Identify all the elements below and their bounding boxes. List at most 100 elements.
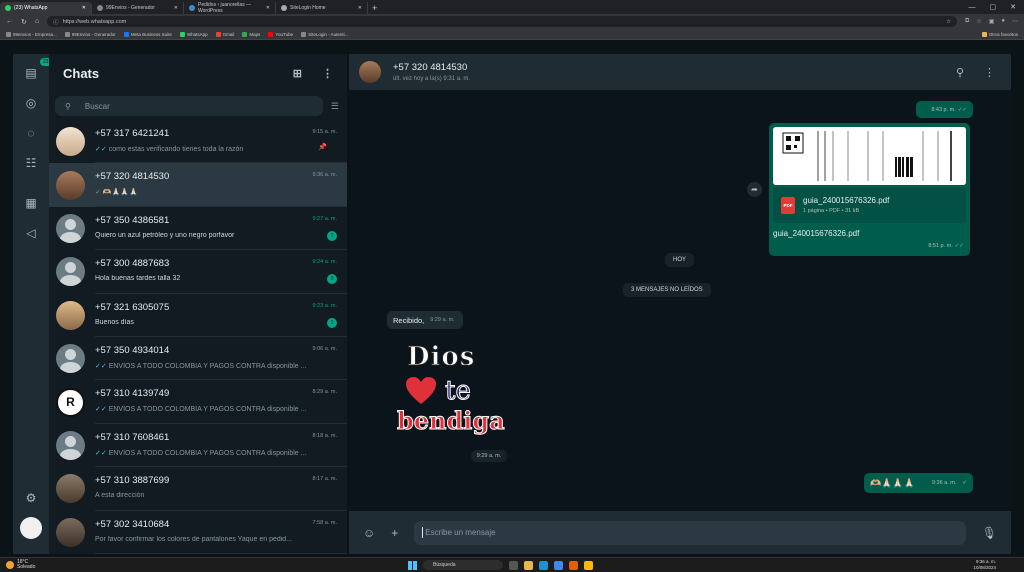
menu-icon[interactable]: ⋮ [322, 67, 333, 80]
new-chat-icon[interactable]: ⊞ [293, 67, 302, 80]
bookmark-item[interactable]: WhatsApp [179, 31, 208, 37]
search-icon[interactable]: ⚲ [956, 66, 964, 79]
maximize-button[interactable]: ▢ [990, 3, 997, 11]
firefox-icon[interactable] [569, 560, 578, 570]
bookmark-item[interactable]: Maps [242, 31, 260, 37]
incoming-message-bubble[interactable]: Recibido, 9:29 a. m. [387, 311, 463, 329]
sticky-notes-icon[interactable] [584, 560, 593, 570]
contact-avatar[interactable] [359, 61, 381, 83]
chat-list-item[interactable]: +57 350 4386581 9:27 a. m. Quiero un azu… [49, 207, 347, 251]
taskbar-search[interactable]: Búsqueda [423, 560, 503, 570]
message-input[interactable]: Escribe un mensaje [414, 520, 966, 545]
close-icon[interactable]: ✕ [266, 5, 270, 11]
profile-avatar[interactable] [20, 517, 42, 539]
attach-plus-icon[interactable]: + [391, 526, 398, 540]
forward-icon[interactable]: ➦ [747, 182, 762, 197]
chat-name: +57 310 3887699 [95, 475, 170, 487]
channels-icon[interactable]: ◌ [22, 124, 40, 142]
filter-icon[interactable]: ☰ [331, 101, 339, 112]
communities-icon[interactable]: ☷ [22, 154, 40, 172]
chat-list-item[interactable]: +57 300 4887683 9:24 a. m. Hola buenas t… [49, 250, 347, 294]
sent-tick-icon: ✓ [962, 480, 967, 486]
weather-widget[interactable]: 18°C Soleado [6, 560, 35, 570]
whatsapp-icon [179, 31, 185, 37]
bookmark-star-icon[interactable]: ☆ [946, 19, 951, 25]
avatar [56, 300, 85, 330]
chat-name: +57 350 4386581 [95, 214, 170, 226]
outgoing-message-bubble[interactable]: 🫶🏼🙏🏻🙏🏻🙏🏻 9:36 a. m. ✓ [864, 473, 973, 493]
collections-icon[interactable]: ▣ [989, 18, 995, 25]
maps-icon [242, 31, 248, 37]
chat-last-message: A esta dirección [95, 492, 145, 500]
extension-icon[interactable]: ⧉ [965, 18, 969, 25]
document-message-bubble[interactable]: PDF guia_240015676326.pdf 1 página • PDF… [769, 123, 970, 256]
search-input[interactable]: ⚲ Buscar [55, 96, 323, 116]
sent-tick-icon: ✓ [95, 189, 101, 197]
favorites-icon[interactable]: ☆ [976, 18, 981, 25]
emoji-icon[interactable]: ☺ [363, 526, 375, 540]
clock-date: 10/08/2024 [973, 565, 996, 570]
bookmark-item[interactable]: SiteLogin - Autenti... [301, 31, 348, 37]
chat-list-item[interactable]: R +57 310 4139749 8:29 a. m. ✓✓ ENVÍOS A… [49, 380, 347, 424]
minimize-button[interactable]: — [969, 4, 976, 11]
document-preview[interactable] [773, 127, 966, 185]
chat-list-item[interactable]: +57 321 6305075 9:23 a. m. Buenos días 1 [49, 294, 347, 337]
message-text: 🫶🏼🙏🏻🙏🏻🙏🏻 [870, 477, 915, 488]
menu-icon[interactable]: ⋮ [984, 66, 995, 79]
file-explorer-icon[interactable] [524, 560, 533, 570]
chrome-icon[interactable] [554, 560, 563, 570]
bookmark-item[interactable]: 99Envios - Generador [64, 31, 116, 37]
reload-icon[interactable]: ↻ [21, 18, 27, 26]
home-icon[interactable]: ⌂ [35, 18, 39, 25]
profile-icon[interactable]: ● [1001, 18, 1005, 25]
youtube-icon [268, 31, 274, 37]
browser-tab-bar: (23) WhatsApp ✕ 99Envios - Generador ✕ Ped… [0, 0, 1024, 14]
default-avatar-icon [56, 344, 85, 374]
bookmark-label: Meta Business Suite [130, 31, 172, 37]
chats-nav-icon[interactable]: ▤ 23 [22, 58, 52, 82]
chat-list-item[interactable]: +57 350 4934014 9:06 a. m. ✓✓ ENVÍOS A T… [49, 337, 347, 381]
close-icon[interactable]: ✕ [174, 5, 178, 11]
read-ticks-icon: ✓✓ [95, 449, 107, 457]
outgoing-message-bubble[interactable]: 8:43 p. m. ✓✓ [916, 101, 973, 118]
bookmark-item[interactable]: Meta Business Suite [123, 31, 172, 37]
avatar [56, 170, 85, 200]
tab-99envios[interactable]: 99Envios - Generador ✕ [92, 2, 184, 14]
message-text: 🫶🏼🙏🏻🙏🏻🙏🏻 [102, 189, 138, 197]
chat-list-item[interactable]: +57 310 3887699 8:17 a. m. A esta direcc… [49, 467, 347, 511]
bookmark-item[interactable]: Gmail [215, 31, 234, 37]
document-attachment[interactable]: PDF guia_240015676326.pdf 1 página • PDF… [773, 187, 966, 223]
close-icon[interactable]: ✕ [358, 5, 362, 11]
settings-gear-icon[interactable]: ⚙ [22, 489, 40, 507]
site-info-icon[interactable]: ⓘ [53, 18, 59, 26]
megaphone-icon[interactable]: ◁ [22, 224, 40, 242]
conversation-header[interactable]: +57 320 4814530 últ. vez hoy a la(s) 9:3… [349, 54, 1011, 90]
chat-name: +57 320 4814530 [95, 171, 170, 183]
chat-list-item[interactable]: +57 310 7608461 8:18 a. m. ✓✓ ENVÍOS A T… [49, 424, 347, 468]
taskbar-clock[interactable]: 9:36 a. m. 10/08/2024 [973, 559, 996, 571]
task-view-icon[interactable] [509, 560, 518, 570]
tab-pedidos[interactable]: Pedidos ‹ juanorellas — WordPress ✕ [184, 2, 276, 14]
status-icon[interactable]: ◎ [22, 94, 40, 112]
windows-start-icon[interactable] [408, 560, 417, 570]
url-input[interactable]: ⓘ https://web.whatsapp.com ☆ [47, 16, 958, 27]
other-favorites[interactable]: Otros favoritos [981, 31, 1018, 37]
chat-last-message: ✓✓ ENVÍOS A TODO COLOMBIA Y PAGOS CONTRA… [95, 405, 330, 413]
chat-list-item-selected[interactable]: +57 320 4814530 9:36 a. m. ✓ 🫶🏼🙏🏻🙏🏻🙏🏻 [49, 163, 347, 207]
edge-icon[interactable] [539, 560, 548, 570]
menu-icon[interactable]: ⋯ [1012, 18, 1018, 25]
dios-te-bendiga-sticker[interactable]: Dios te bendiga [395, 338, 506, 438]
chat-list-item[interactable]: +57 302 3410684 7:58 a. m. Por favor con… [49, 511, 347, 554]
chat-last-message: ✓ 🫶🏼🙏🏻🙏🏻🙏🏻 [95, 188, 330, 196]
store-icon[interactable]: ▦ [22, 194, 40, 212]
close-icon[interactable]: ✕ [82, 5, 86, 11]
bookmark-item[interactable]: YouTube [268, 31, 293, 37]
tab-sitelogin[interactable]: SiteLogin Home ✕ [276, 2, 368, 14]
new-tab-button[interactable]: + [372, 2, 377, 14]
window-close-button[interactable]: ✕ [1010, 3, 1016, 11]
microphone-icon[interactable]: 🎙 [982, 526, 997, 540]
tab-whatsapp[interactable]: (23) WhatsApp ✕ [0, 2, 92, 14]
bookmark-item[interactable]: 99envios - Empresa... [6, 31, 57, 37]
chat-list-item[interactable]: +57 317 6421241 9:15 a. m. ✓✓ como estas… [49, 120, 347, 164]
back-icon[interactable]: ← [6, 18, 13, 25]
